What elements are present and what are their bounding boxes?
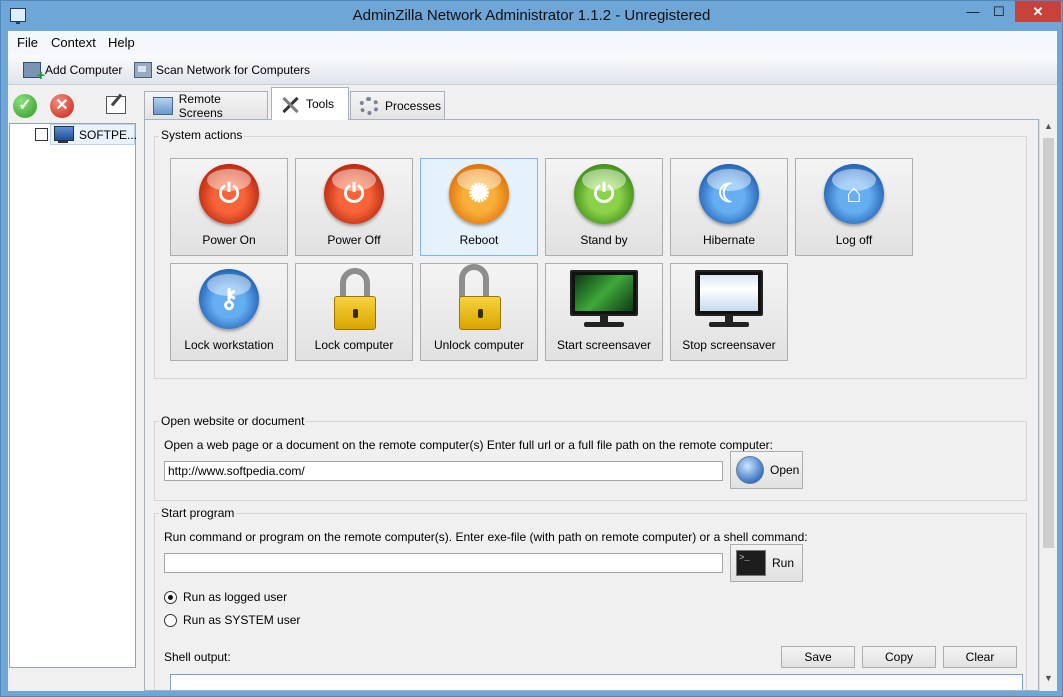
tools-icon [280, 95, 300, 113]
copy-button[interactable]: Copy [862, 646, 936, 668]
start-program-title: Start program [159, 506, 237, 520]
standby-button[interactable]: ⏻ Stand by [545, 158, 663, 256]
power-off-button[interactable]: ⏻ Power Off [295, 158, 413, 256]
shell-output-label: Shell output: [164, 650, 231, 664]
computer-icon [52, 126, 74, 144]
radio-label: Run as SYSTEM user [183, 613, 301, 627]
cancel-icon[interactable]: ✕ [50, 94, 74, 118]
start-screensaver-label: Start screensaver [556, 338, 652, 352]
tab-tools[interactable]: Tools [271, 87, 349, 120]
terminal-icon: >_ [736, 550, 766, 576]
tree-item-label[interactable]: SOFTPE... [79, 128, 137, 142]
reboot-button[interactable]: ✺ Reboot [420, 158, 538, 256]
standby-icon: ⏻ [574, 164, 634, 224]
add-computer-label: Add Computer [45, 63, 123, 77]
edit-list-icon[interactable] [106, 96, 126, 114]
padlock-open-icon [459, 264, 501, 332]
add-computer-icon [23, 62, 45, 83]
log-off-label: Log off [835, 233, 873, 247]
toolbar: Add Computer Scan Network for Computers [8, 55, 1057, 85]
stop-screensaver-button[interactable]: Stop screensaver [670, 263, 788, 361]
tab-label: Tools [306, 97, 335, 111]
screensaver-off-icon [695, 270, 763, 330]
tools-panel: System actions ⏻ Power On ⏻ Power Off ✺ … [144, 119, 1039, 691]
left-panel-toolbar: ✓ ✕ [8, 92, 137, 122]
unlock-computer-label: Unlock computer [433, 338, 525, 352]
url-input[interactable] [164, 461, 723, 481]
tab-label: Processes [385, 98, 442, 113]
lock-computer-label: Lock computer [314, 338, 394, 352]
unlock-computer-button[interactable]: Unlock computer [420, 263, 538, 361]
radio-selected-indicator [164, 590, 177, 604]
tab-strip: Remote Screens Tools Processes [144, 87, 1057, 120]
scan-network-button[interactable]: Scan Network for Computers [134, 60, 310, 80]
radio-label: Run as logged user [183, 590, 288, 604]
tab-processes[interactable]: Processes [350, 91, 445, 119]
run-as-logged-user-radio[interactable]: Run as logged user [164, 590, 287, 604]
menu-help[interactable]: Help [108, 35, 135, 50]
home-icon: ⌂ [824, 164, 884, 224]
minimize-button[interactable]: — [960, 1, 986, 22]
lock-workstation-label: Lock workstation [184, 338, 274, 352]
left-panel: ✓ ✕ SOFTPE... [8, 86, 137, 691]
globe-icon [736, 456, 764, 484]
menu-bar: File Context Help [8, 31, 1057, 55]
reboot-icon: ✺ [449, 164, 509, 224]
power-on-button[interactable]: ⏻ Power On [170, 158, 288, 256]
check-icon[interactable]: ✓ [13, 94, 37, 118]
moon-icon: ☾ [699, 164, 759, 224]
shell-output-area[interactable] [170, 674, 1023, 690]
run-as-system-user-radio[interactable]: Run as SYSTEM user [164, 613, 300, 627]
system-actions-title: System actions [159, 128, 245, 142]
start-program-description: Run command or program on the remote com… [164, 530, 808, 544]
run-button[interactable]: >_ Run [730, 544, 803, 582]
save-button[interactable]: Save [781, 646, 855, 668]
power-on-icon: ⏻ [199, 164, 259, 224]
stop-screensaver-label: Stop screensaver [682, 338, 776, 352]
padlock-closed-icon [334, 268, 376, 332]
menu-file[interactable]: File [17, 35, 38, 50]
open-button-label: Open [770, 463, 800, 477]
open-website-description: Open a web page or a document on the rem… [164, 438, 773, 452]
hibernate-button[interactable]: ☾ Hibernate [670, 158, 788, 256]
vertical-scrollbar[interactable]: ▲ ▼ [1039, 119, 1057, 691]
power-off-label: Power Off [327, 233, 381, 247]
reboot-label: Reboot [459, 233, 499, 247]
radio-indicator [164, 613, 177, 627]
close-button[interactable]: ✕ [1015, 1, 1061, 22]
hibernate-label: Hibernate [702, 233, 756, 247]
power-off-icon: ⏻ [324, 164, 384, 224]
tree-item-checkbox[interactable] [35, 128, 48, 141]
key-icon: ⚷ [199, 269, 259, 329]
tab-label: Remote Screens [178, 91, 223, 120]
power-on-label: Power On [202, 233, 256, 247]
start-screensaver-button[interactable]: Start screensaver [545, 263, 663, 361]
gears-icon [359, 96, 379, 115]
scroll-up-icon[interactable]: ▲ [1040, 121, 1057, 137]
app-window: AdminZilla Network Administrator 1.1.2 -… [0, 0, 1063, 697]
clear-button[interactable]: Clear [943, 646, 1017, 668]
open-button[interactable]: Open [730, 451, 803, 489]
scroll-down-icon[interactable]: ▼ [1040, 673, 1057, 689]
lock-computer-button[interactable]: Lock computer [295, 263, 413, 361]
lock-workstation-button[interactable]: ⚷ Lock workstation [170, 263, 288, 361]
window-title: AdminZilla Network Administrator 1.1.2 -… [352, 7, 711, 24]
menu-context[interactable]: Context [51, 35, 96, 50]
add-computer-button[interactable]: Add Computer [23, 60, 123, 83]
command-input[interactable] [164, 553, 723, 573]
open-website-title: Open website or document [159, 414, 307, 428]
computer-tree[interactable]: SOFTPE... [9, 123, 137, 668]
screensaver-on-icon [570, 270, 638, 330]
title-bar[interactable]: AdminZilla Network Administrator 1.1.2 -… [1, 1, 1062, 31]
scan-network-icon [134, 62, 152, 78]
maximize-button[interactable]: ☐ [986, 1, 1012, 22]
tab-remote-screens[interactable]: Remote Screens [144, 91, 268, 120]
log-off-button[interactable]: ⌂ Log off [795, 158, 913, 256]
scroll-thumb[interactable] [1043, 138, 1054, 548]
run-button-label: Run [772, 556, 795, 570]
standby-label: Stand by [580, 233, 628, 247]
client-area: File Context Help Add Computer Scan Netw… [8, 31, 1057, 691]
scan-network-label: Scan Network for Computers [156, 63, 311, 77]
monitor-icon [153, 96, 173, 115]
